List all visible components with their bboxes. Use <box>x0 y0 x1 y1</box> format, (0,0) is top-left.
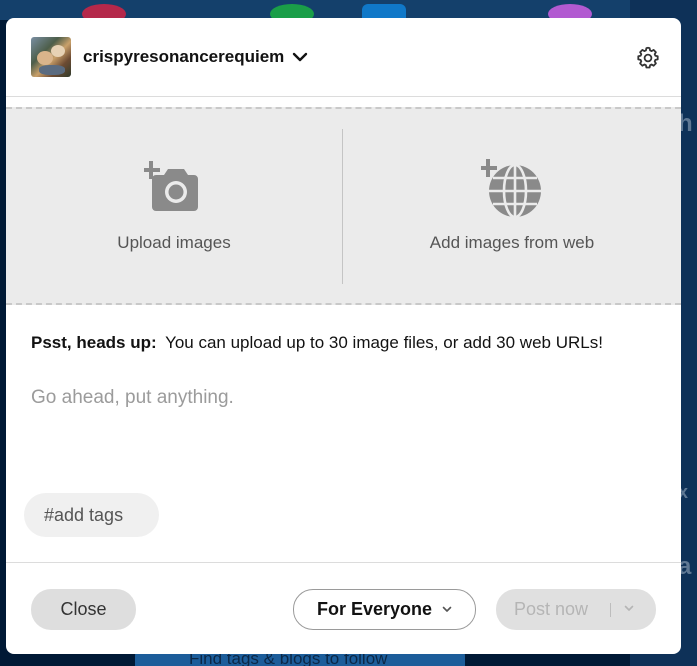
camera-plus-icon <box>144 161 198 211</box>
new-photo-post-modal: crispyresonancerequiem Upload images Add… <box>6 18 681 654</box>
audience-dropdown[interactable]: For Everyone <box>293 589 476 630</box>
upload-limit-notice: Psst, heads up: You can upload up to 30 … <box>31 333 603 353</box>
chevron-down-icon <box>293 52 308 62</box>
upload-images-label: Upload images <box>117 233 231 252</box>
add-from-web-label: Add images from web <box>429 233 595 252</box>
blog-selector[interactable]: crispyresonancerequiem <box>83 47 308 67</box>
post-now-label: Post now <box>514 599 589 619</box>
chevron-down-icon[interactable] <box>624 605 634 612</box>
image-upload-area: Upload images Add images from web <box>6 107 681 305</box>
post-header: crispyresonancerequiem <box>6 18 681 97</box>
post-button-separator <box>610 603 611 617</box>
notice-prefix: Psst, heads up: <box>31 333 157 352</box>
blog-avatar[interactable] <box>31 37 71 77</box>
blog-name-label: crispyresonancerequiem <box>83 47 285 66</box>
add-images-from-web-button[interactable]: Add images from web <box>343 109 681 303</box>
close-button[interactable]: Close <box>31 589 136 630</box>
globe-plus-icon <box>481 159 541 219</box>
notice-text: You can upload up to 30 image files, or … <box>165 333 603 352</box>
add-tags-input[interactable]: #add tags <box>24 493 159 537</box>
post-now-button[interactable]: Post now <box>496 589 656 630</box>
gear-icon[interactable] <box>636 46 660 70</box>
chevron-down-icon <box>442 606 452 612</box>
audience-label: For Everyone <box>316 599 433 619</box>
upload-images-button[interactable]: Upload images <box>6 109 342 303</box>
post-body-input[interactable] <box>31 383 651 413</box>
post-footer: Close For Everyone Post now <box>6 562 681 654</box>
